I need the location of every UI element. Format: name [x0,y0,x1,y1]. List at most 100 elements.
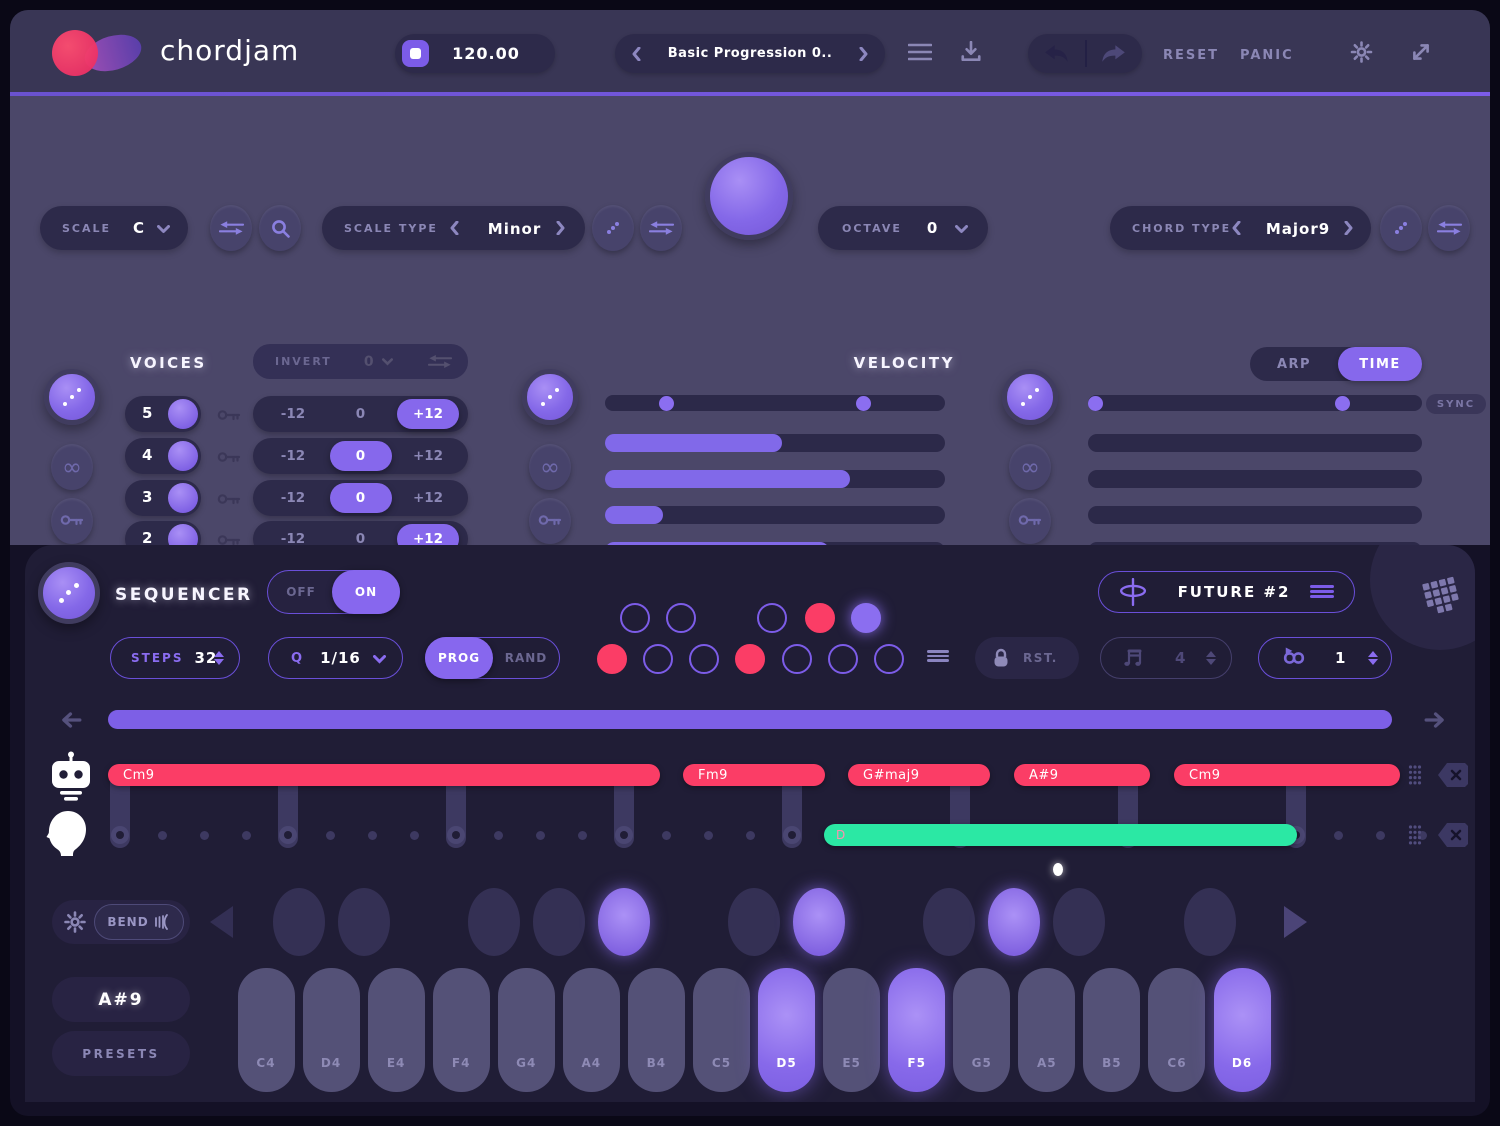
scale-type-random-button[interactable] [592,205,634,251]
preset-selector[interactable]: Basic Progression 0.. [615,34,885,73]
timing-infinity-button[interactable]: ∞ [1009,444,1051,490]
voice-toggle[interactable]: 5 [125,396,201,432]
row-drag-handle-icon[interactable] [1408,764,1422,786]
white-key-c5[interactable]: C5 [693,968,750,1092]
offset-option[interactable]: +12 [397,483,459,513]
octave-selector[interactable]: OCTAVE 0 [818,206,988,250]
root-note-f-sharp[interactable] [757,603,787,633]
offset-option[interactable]: +12 [397,399,459,429]
black-key-d-sharp5[interactable] [793,888,845,956]
black-key-g-sharp4[interactable] [533,888,585,956]
white-key-f5[interactable]: F5 [888,968,945,1092]
root-note-d[interactable] [643,644,673,674]
root-note-b[interactable] [874,644,904,674]
chord-type-selector[interactable]: CHORD TYPE Major9 [1110,206,1371,250]
white-key-f4[interactable]: F4 [433,968,490,1092]
undo-icon[interactable] [1044,44,1070,63]
white-key-b5[interactable]: B5 [1083,968,1140,1092]
redo-icon[interactable] [1100,44,1126,63]
row-clear-button[interactable] [1438,763,1468,787]
white-key-g5[interactable]: G5 [953,968,1010,1092]
chord-block[interactable]: Cm9 [1174,764,1400,786]
bend-control[interactable]: BEND [52,900,190,944]
step-dot[interactable] [578,831,587,840]
timing-random-knob[interactable] [1002,369,1058,425]
voice-toggle[interactable]: 4 [125,438,201,474]
white-key-c4[interactable]: C4 [238,968,295,1092]
step-dot[interactable] [368,831,377,840]
root-note-g-sharp[interactable] [805,603,835,633]
voices-random-knob[interactable] [44,369,100,425]
white-key-a5[interactable]: A5 [1018,968,1075,1092]
chevron-left-icon[interactable] [450,221,459,235]
off-label[interactable]: OFF [268,585,334,599]
voices-key-lock-button[interactable] [51,498,93,544]
velocity-range-handle[interactable] [856,396,871,411]
quantize-control[interactable]: Q 1/16 [268,637,403,679]
scroll-right-icon[interactable] [1424,711,1446,729]
offset-option[interactable]: 0 [330,483,392,513]
root-note-a[interactable] [828,644,858,674]
voice-toggle[interactable]: 3 [125,480,201,516]
panic-button[interactable]: PANIC [1240,48,1294,63]
chevron-left-icon[interactable] [1232,221,1241,235]
keyboard-octave-right-button[interactable] [1284,906,1307,938]
white-key-g4[interactable]: G4 [498,968,555,1092]
offset-option[interactable]: 0 [330,441,392,471]
time-tab[interactable]: TIME [1338,347,1422,381]
root-note-c-sharp[interactable] [620,603,650,633]
arp-tab[interactable]: ARP [1250,347,1338,381]
step-dot[interactable] [200,831,209,840]
white-key-a4[interactable]: A4 [563,968,620,1092]
chord-block[interactable]: Fm9 [683,764,825,786]
chord-block[interactable]: A#9 [1014,764,1150,786]
loop-stepper[interactable] [1368,651,1378,665]
root-note-d-sharp[interactable] [666,603,696,633]
step-marker-ring[interactable] [783,826,801,844]
preset-prev-icon[interactable] [632,47,641,61]
steps-control[interactable]: STEPS 32 [110,637,240,679]
root-menu-icon[interactable] [927,648,949,664]
sequence-preset-menu-icon[interactable] [1310,583,1334,600]
reset-button[interactable]: RESET [1163,48,1219,63]
step-dot[interactable] [1334,831,1343,840]
prog-tab[interactable]: PROG [425,637,493,679]
black-key-a-sharp5[interactable] [1053,888,1105,956]
octave-offset-selector[interactable]: -120+12 [253,480,468,516]
black-key-f-sharp4[interactable] [468,888,520,956]
row-drag-handle-icon[interactable] [1408,824,1422,846]
note-block[interactable]: D [824,824,1297,846]
sequence-preset-selector[interactable]: FUTURE #2 [1098,571,1355,613]
timing-range-handle[interactable] [1088,396,1103,411]
chevron-right-icon[interactable] [1344,221,1353,235]
white-key-d6[interactable]: D6 [1214,968,1271,1092]
root-note-f[interactable] [735,644,765,674]
prog-rand-toggle[interactable]: PROG RAND [425,637,560,679]
invert-control[interactable]: INVERT 0 [253,344,468,379]
offset-option[interactable]: -12 [262,399,324,429]
velocity-slider[interactable] [605,506,945,524]
scale-search-button[interactable] [259,205,301,251]
white-key-c6[interactable]: C6 [1148,968,1205,1092]
offset-option[interactable]: -12 [262,441,324,471]
timing-slider[interactable] [1088,434,1422,452]
black-key-d-sharp4[interactable] [338,888,390,956]
white-key-d5[interactable]: D5 [758,968,815,1092]
velocity-infinity-button[interactable]: ∞ [529,444,571,490]
black-key-c-sharp6[interactable] [1184,888,1236,956]
voice-knob[interactable] [168,441,198,471]
velocity-range-handle[interactable] [659,396,674,411]
scale-selector[interactable]: SCALE C [40,206,188,250]
resize-icon[interactable] [1410,41,1432,63]
bpm-control[interactable]: 120.00 [395,34,555,73]
rate-stepper[interactable] [1206,651,1216,665]
velocity-key-lock-button[interactable] [529,498,571,544]
rand-tab[interactable]: RAND [493,651,559,665]
robot-icon[interactable] [48,751,94,801]
rate-control[interactable]: 4 [1100,637,1232,679]
menu-icon[interactable] [908,41,932,63]
scale-swap-button[interactable] [210,205,252,251]
voice-knob[interactable] [168,483,198,513]
chord-type-swap-button[interactable] [1428,205,1470,251]
step-marker-ring[interactable] [111,826,129,844]
